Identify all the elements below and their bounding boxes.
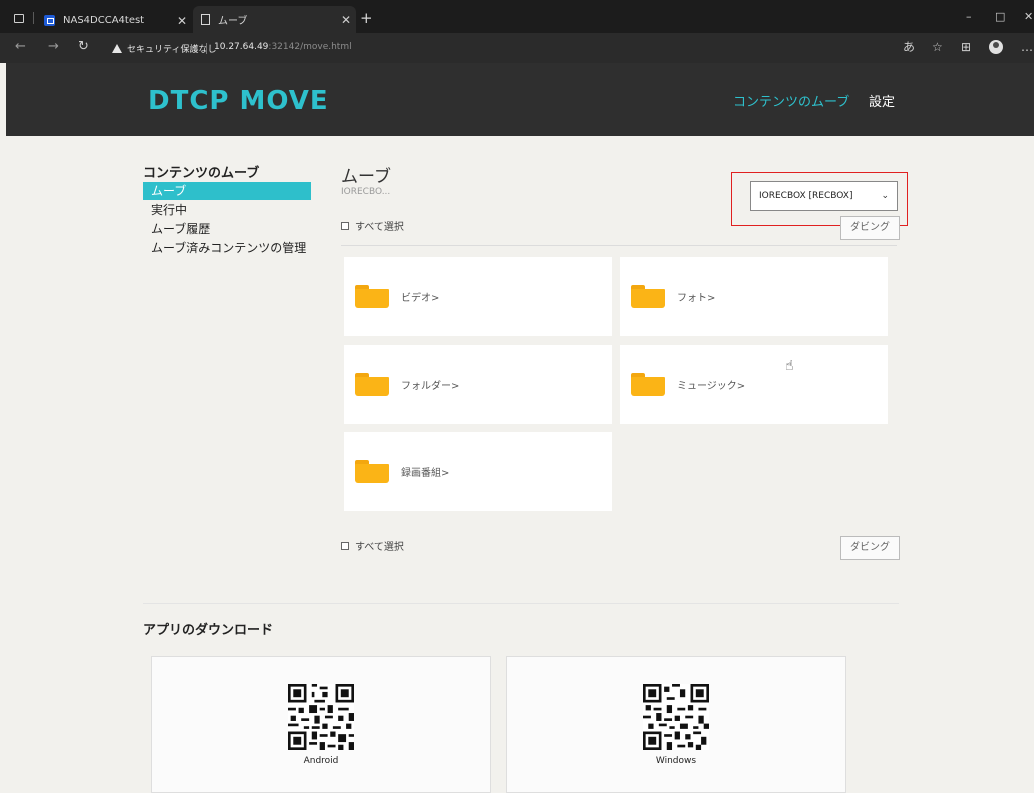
select-all-bottom[interactable]: すべて選択 — [341, 538, 404, 553]
folder-icon — [631, 285, 665, 308]
nav-settings[interactable]: 設定 — [869, 91, 895, 110]
select-all-label: すべて選択 — [355, 542, 404, 553]
app-card-android[interactable]: Android — [151, 656, 491, 793]
folder-card-music[interactable]: ミュージック> — [620, 345, 888, 424]
page-icon — [201, 14, 210, 25]
select-all-checkbox[interactable] — [341, 221, 349, 230]
top-divider — [341, 245, 897, 246]
dubbing-button-top[interactable]: ダビング — [840, 216, 900, 240]
folder-label: フォルダー> — [401, 381, 460, 392]
profile-avatar[interactable] — [989, 40, 1003, 54]
page-title: ムーブ — [341, 167, 391, 187]
folder-icon — [355, 373, 389, 396]
security-label: セキュリティ保護なし — [127, 45, 217, 55]
select-all-checkbox[interactable] — [341, 541, 349, 550]
folder-label: ミュージック> — [677, 381, 746, 392]
android-qr-code — [288, 684, 354, 750]
nav-content-move[interactable]: コンテンツのムーブ — [733, 91, 849, 110]
sidebar-item-running[interactable]: 実行中 — [143, 201, 311, 219]
folder-card-photo[interactable]: フォト> — [620, 257, 888, 336]
app-name: Windows — [655, 756, 697, 766]
dubbing-button-bottom[interactable]: ダビング — [840, 536, 900, 560]
sidebar-item-manage[interactable]: ムーブ済みコンテンツの管理 — [143, 239, 311, 257]
refresh-icon[interactable]: ↻ — [78, 40, 89, 53]
chevron-down-icon: ⌄ — [881, 191, 889, 201]
nas-favicon-icon — [44, 15, 55, 26]
hand-cursor-icon: ☝ — [785, 358, 794, 374]
url-field[interactable]: 10.27.64.49:32142/move.html — [214, 42, 352, 52]
select-all-top[interactable]: すべて選択 — [341, 218, 404, 233]
close-tab-icon[interactable]: ✕ — [336, 13, 356, 27]
tab-title: NAS4DCCA4test — [63, 15, 145, 26]
forward-icon[interactable]: → — [48, 40, 59, 53]
app-card-windows[interactable]: Windows — [506, 656, 846, 793]
windows-qr-code — [643, 684, 709, 750]
folder-card-video[interactable]: ビデオ> — [344, 257, 612, 336]
select-all-label: すべて選択 — [355, 222, 404, 233]
new-tab-button[interactable]: + — [360, 11, 373, 26]
folder-icon — [355, 460, 389, 483]
browser-tab-move[interactable]: ムーブ ✕ — [193, 6, 356, 33]
folder-card-folder[interactable]: フォルダー> — [344, 345, 612, 424]
tab-actions-icon[interactable] — [14, 14, 24, 23]
minimize-button[interactable]: – — [966, 10, 972, 23]
device-select[interactable]: IORECBOX [RECBOX] ⌄ — [750, 181, 898, 211]
browser-address-bar: ← → ↻ セキュリティ保護なし 10.27.64.49:32142/move.… — [0, 33, 1034, 63]
tab-title: ムーブ — [218, 16, 248, 27]
url-host: 10.27.64.49 — [214, 42, 269, 52]
web-page: DTCP MOVE コンテンツのムーブ 設定 コンテンツのムーブ ムーブ 実行中… — [0, 63, 1034, 793]
favorites-icon[interactable]: ☆ — [932, 41, 943, 53]
close-tab-icon[interactable]: ✕ — [172, 14, 192, 28]
app-name: Android — [303, 756, 339, 766]
device-select-value: IORECBOX [RECBOX] — [759, 191, 853, 201]
folder-label: ビデオ> — [401, 293, 440, 304]
browser-tab-nas[interactable]: NAS4DCCA4test ✕ — [40, 8, 192, 33]
apps-title: アプリのダウンロード — [143, 623, 274, 638]
back-icon[interactable]: ← — [15, 40, 26, 53]
url-path: :32142/move.html — [268, 42, 352, 52]
sidebar-item-move[interactable]: ムーブ — [143, 182, 311, 200]
site-header: DTCP MOVE コンテンツのムーブ 設定 — [6, 63, 1034, 136]
folder-label: フォト> — [677, 293, 716, 304]
device-name-short: IORECBO... — [341, 187, 391, 197]
folder-icon — [631, 373, 665, 396]
browser-tab-bar: NAS4DCCA4test ✕ ムーブ ✕ + – □ ✕ — [0, 0, 1034, 33]
read-aloud-icon[interactable]: あ — [903, 41, 915, 53]
tab-separator — [33, 12, 34, 24]
maximize-button[interactable]: □ — [995, 10, 1005, 23]
close-window-button[interactable]: ✕ — [1024, 10, 1033, 23]
site-logo[interactable]: DTCP MOVE — [148, 86, 329, 116]
address-separator — [206, 43, 207, 54]
security-indicator[interactable]: セキュリティ保護なし — [112, 42, 216, 55]
sidebar-title: コンテンツのムーブ — [143, 166, 260, 181]
more-options-icon[interactable]: … — [1021, 41, 1033, 53]
warning-icon — [112, 44, 122, 53]
folder-icon — [355, 285, 389, 308]
collections-icon[interactable]: ⊞ — [961, 41, 971, 53]
section-divider — [143, 603, 899, 604]
folder-label: 録画番組> — [401, 468, 450, 479]
folder-card-recordings[interactable]: 録画番組> — [344, 432, 612, 511]
sidebar-item-history[interactable]: ムーブ履歴 — [143, 220, 311, 238]
